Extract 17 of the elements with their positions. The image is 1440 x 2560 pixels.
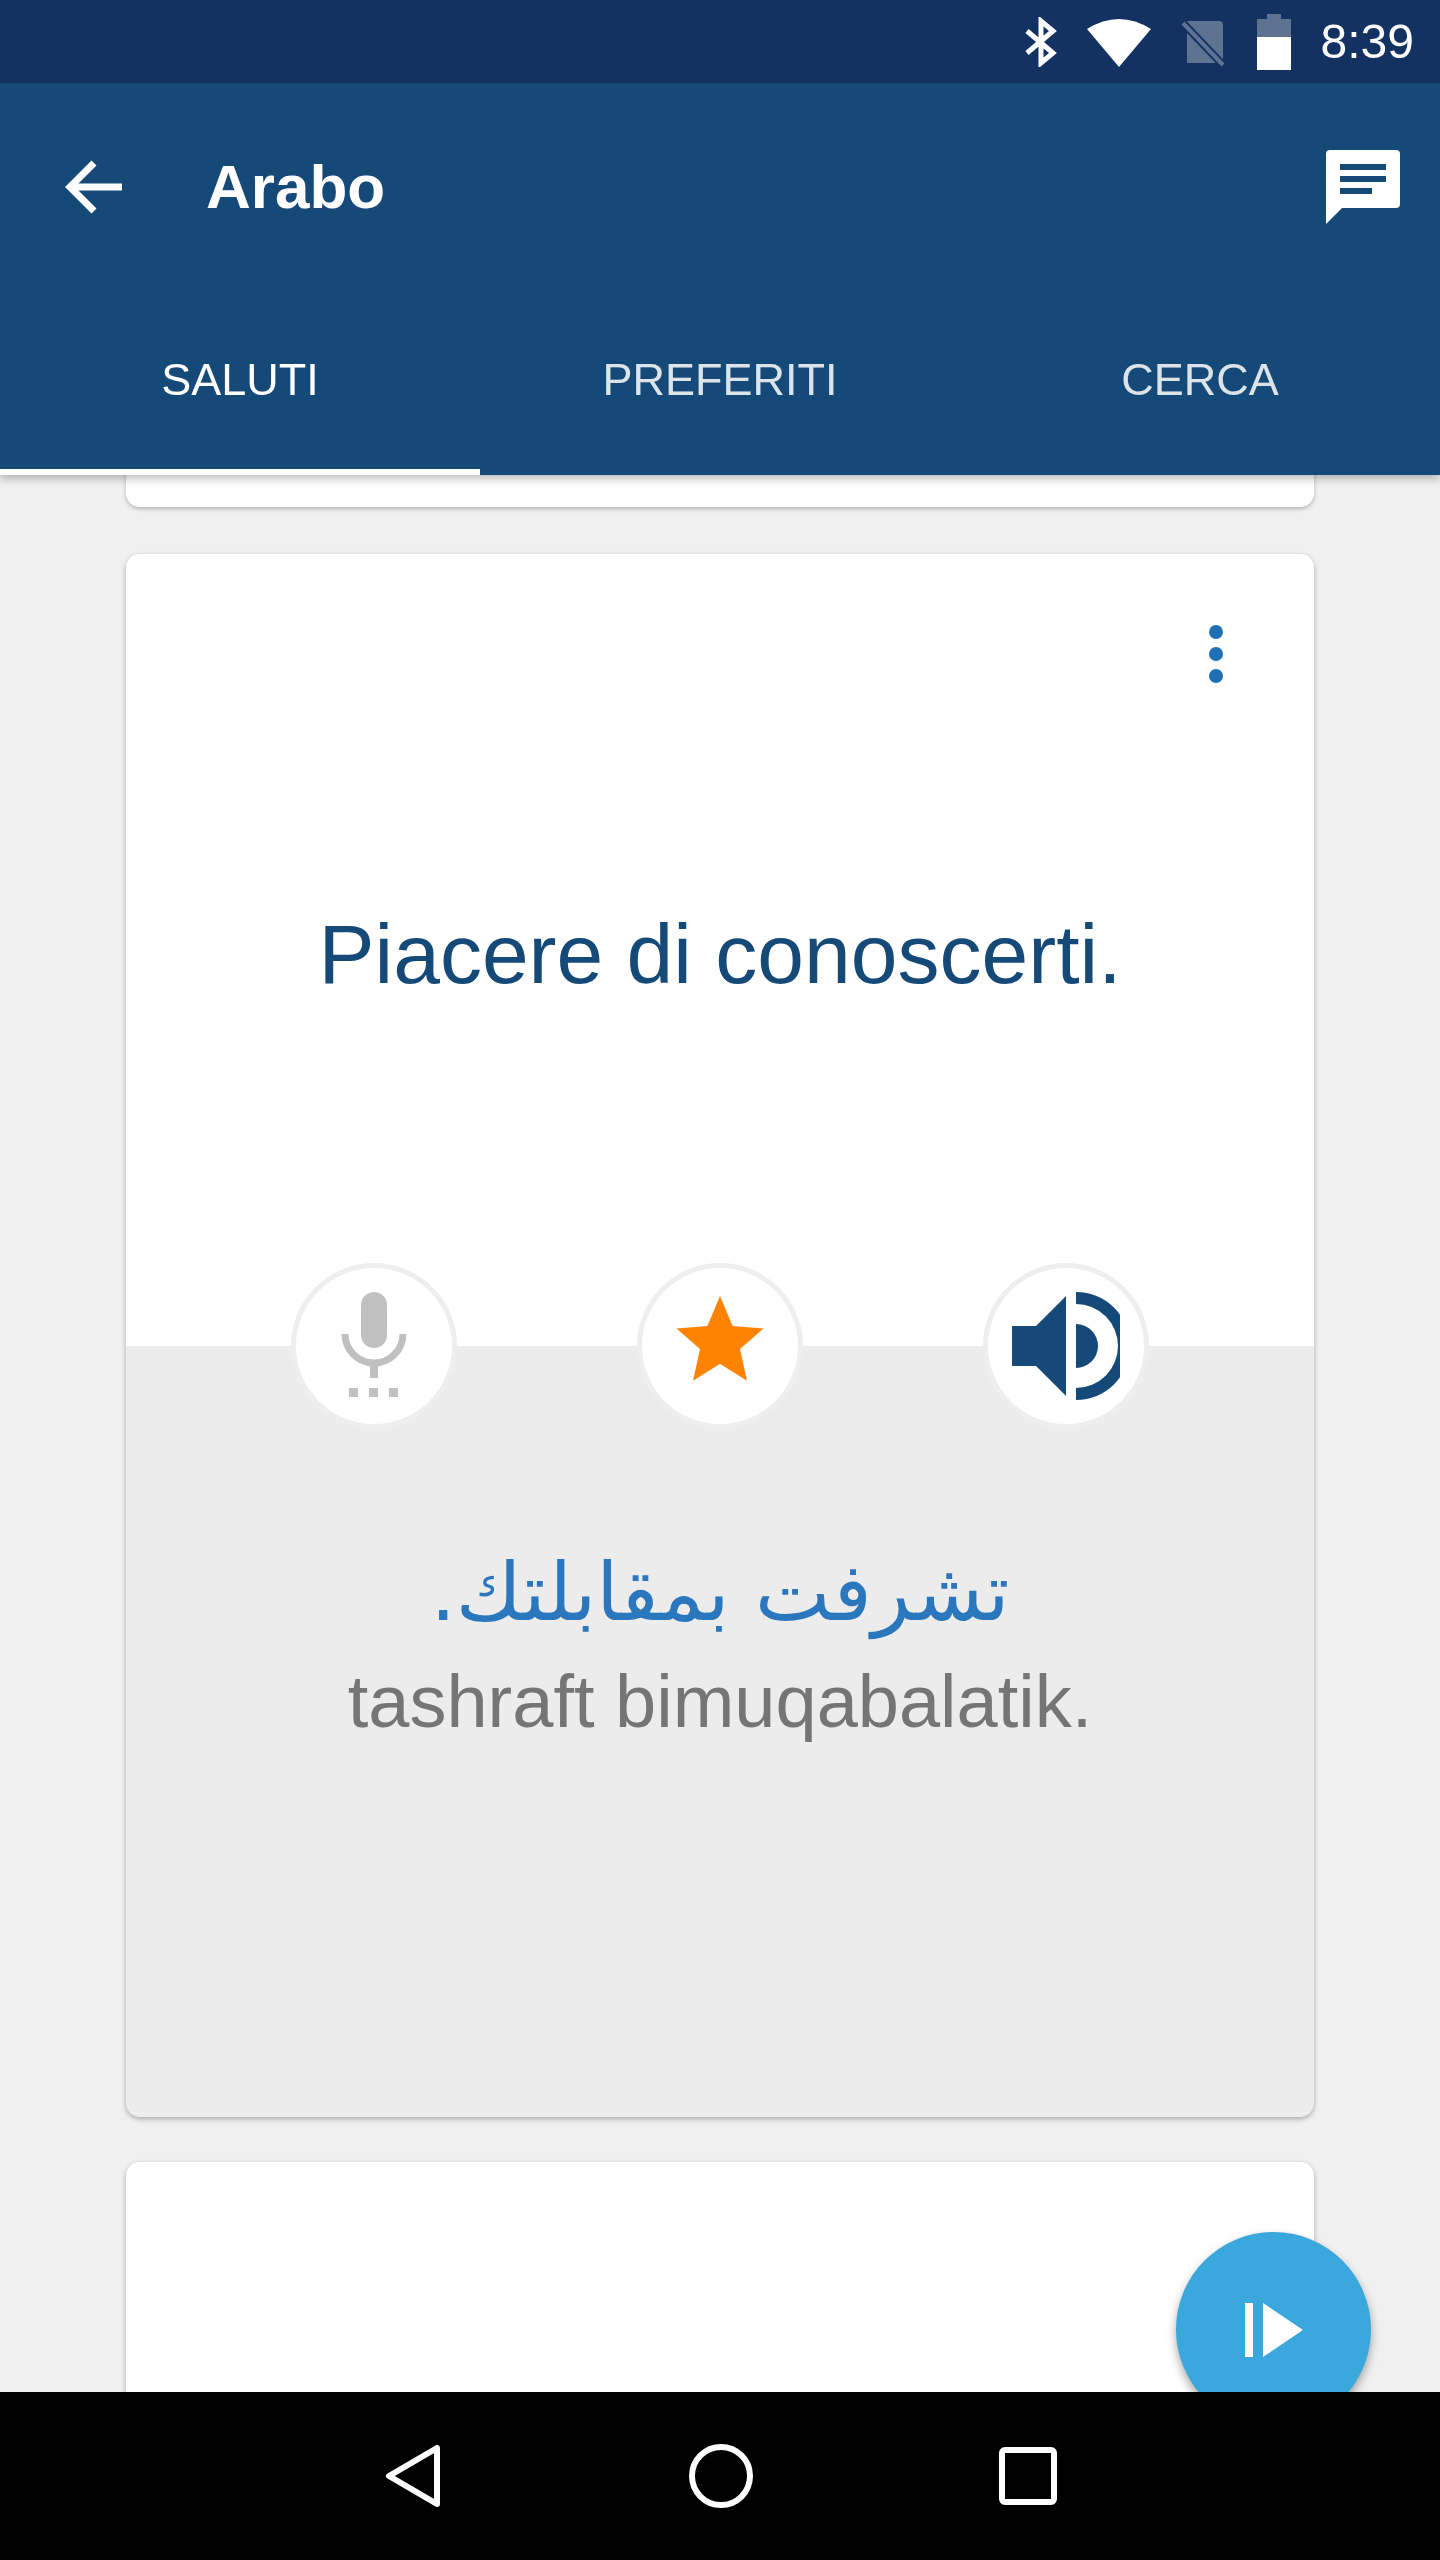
recents-nav-icon[interactable]: [999, 2447, 1058, 2505]
tab[interactable]: CERCA: [960, 290, 1440, 475]
screen-title: Arabo: [206, 151, 387, 222]
bluetooth-icon: [1024, 16, 1057, 67]
transliteration-text: tashraft bimuqabalatik.: [347, 1659, 1093, 1744]
chat-icon[interactable]: [1326, 149, 1400, 224]
battery-icon: [1256, 13, 1291, 70]
play-icon: [1244, 2302, 1303, 2357]
wifi-icon: [1086, 16, 1151, 67]
home-nav-icon[interactable]: [688, 2443, 754, 2509]
play-button[interactable]: [1176, 2232, 1371, 2392]
more-options-icon[interactable]: [1208, 624, 1224, 684]
tab[interactable]: PREFERITI: [480, 290, 960, 475]
status-time: 8:39: [1320, 14, 1414, 69]
phrase-text: Piacere di conoscerti.: [318, 906, 1122, 1003]
back-arrow-icon[interactable]: [64, 158, 124, 215]
translation-text: تشرفت بمقابلتك.: [430, 1546, 1010, 1639]
